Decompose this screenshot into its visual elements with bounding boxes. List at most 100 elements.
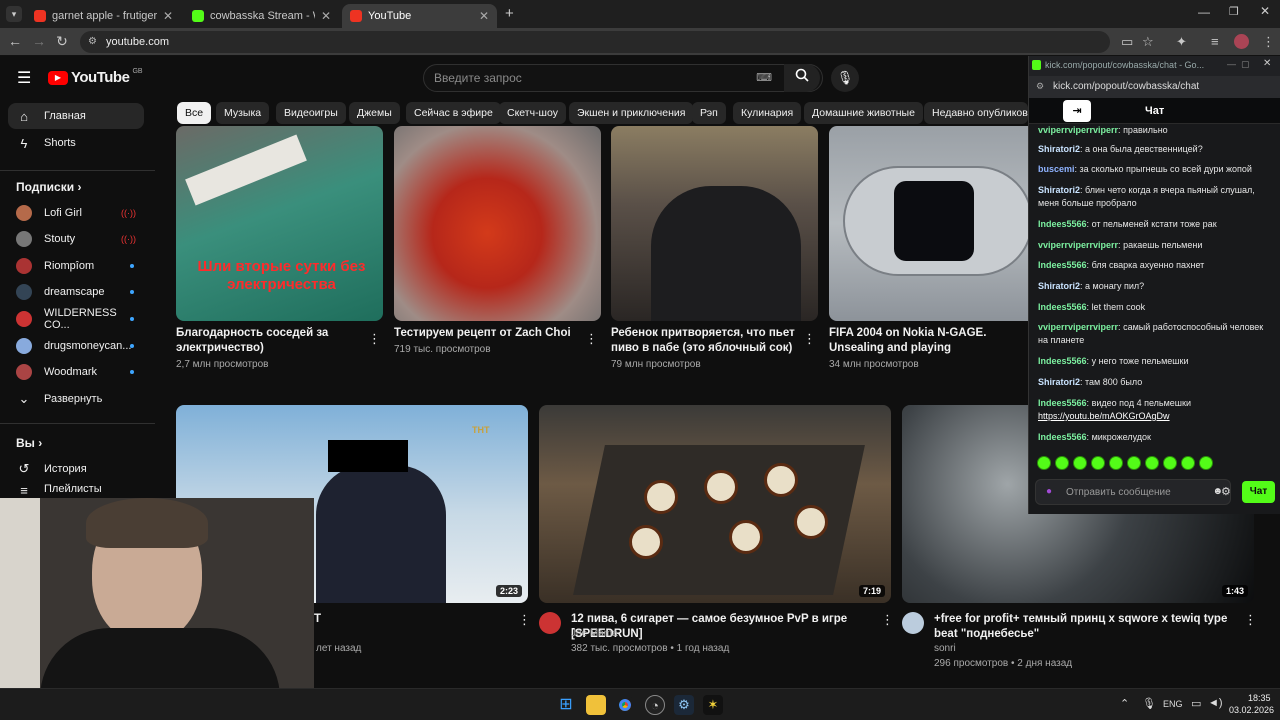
sidebar-sub-drugsmoneycan[interactable]: drugsmoneycan... — [8, 333, 144, 359]
channel-avatar[interactable] — [902, 612, 924, 634]
emote-icon[interactable] — [1055, 456, 1069, 470]
tab-cowbasska[interactable]: cowbasska Stream - Watch Live ✕ — [184, 4, 339, 28]
close-window-icon[interactable]: ✕ — [1263, 58, 1271, 69]
video-menu-icon[interactable]: ⋮ — [585, 331, 598, 347]
sidebar-sub-lofi-girl[interactable]: Lofi Girl ((·)) — [8, 200, 144, 226]
chip-rap[interactable]: Рэп — [692, 102, 726, 124]
network-icon[interactable]: ▭ — [1191, 697, 1201, 710]
emote-icon[interactable] — [1181, 456, 1195, 470]
emote-icon[interactable] — [1199, 456, 1213, 470]
emote-icon[interactable] — [1127, 456, 1141, 470]
site-info-icon[interactable]: ⚙ — [88, 36, 97, 47]
chip-action[interactable]: Экшен и приключения — [569, 102, 694, 124]
sidebar-expand[interactable]: ⌄ Развернуть — [8, 386, 144, 412]
minimize-icon[interactable]: — — [1198, 5, 1210, 19]
video-title[interactable]: Тестируем рецепт от Zach Choi — [394, 326, 579, 341]
search-button[interactable] — [784, 64, 820, 92]
hamburger-menu-icon[interactable]: ☰ — [17, 68, 31, 88]
chat-username[interactable]: Indees5566 — [1038, 219, 1087, 229]
sidebar-item-shorts[interactable]: ϟ Shorts — [8, 130, 144, 156]
video-thumbnail[interactable] — [611, 126, 818, 321]
file-explorer-icon[interactable] — [586, 695, 606, 715]
sidebar-item-home[interactable]: ⌂ Главная — [8, 103, 144, 129]
video-thumbnail[interactable]: 7:19 — [539, 405, 891, 603]
chat-username[interactable]: Shiratori2 — [1038, 144, 1080, 154]
chat-send-button[interactable]: Чат — [1242, 481, 1275, 503]
tab-youtube[interactable]: YouTube ✕ — [342, 4, 497, 28]
restore-icon[interactable]: ❐ — [1229, 5, 1239, 18]
cast-icon[interactable]: ▭ — [1121, 34, 1133, 50]
video-thumbnail[interactable]: Шли вторые сутки без электричества — [176, 126, 383, 321]
restore-icon[interactable]: ▢ — [1241, 59, 1250, 70]
chip-live-now[interactable]: Сейчас в эфире — [406, 102, 501, 124]
close-tab-icon[interactable]: ✕ — [163, 9, 173, 23]
profile-avatar[interactable] — [1234, 34, 1249, 49]
clock-time[interactable]: 18:35 — [1248, 693, 1271, 703]
chat-username[interactable]: Indees5566 — [1038, 356, 1087, 366]
tab-garnet-apple[interactable]: garnet apple - frutiger aero ✕ — [26, 4, 181, 28]
video-menu-icon[interactable]: ⋮ — [881, 612, 894, 628]
chip-sketch[interactable]: Скетч-шоу — [499, 102, 566, 124]
chip-pets[interactable]: Домашние животные — [804, 102, 923, 124]
app-icon[interactable]: ◔ — [645, 695, 665, 715]
chat-username[interactable]: vviperrviperrviperr — [1038, 322, 1118, 332]
menu-kebab-icon[interactable]: ⋮ — [1262, 34, 1275, 50]
chat-link[interactable]: https://youtu.be/mAOKGrOAgDw — [1038, 411, 1170, 421]
video-thumbnail[interactable] — [394, 126, 601, 321]
close-window-icon[interactable]: ✕ — [1260, 4, 1270, 18]
subscriptions-header[interactable]: Подписки › — [16, 180, 81, 194]
chat-username[interactable]: Indees5566 — [1038, 432, 1087, 442]
chat-username[interactable]: Shiratori2 — [1038, 377, 1080, 387]
chat-username[interactable]: vviperrviperrviperr — [1038, 240, 1118, 250]
volume-icon[interactable]: ◄) — [1208, 697, 1223, 709]
youtube-logo[interactable]: ▶ YouTube GB — [48, 68, 143, 86]
video-menu-icon[interactable]: ⋮ — [1244, 612, 1257, 628]
address-bar[interactable]: ⚙ youtube.com — [80, 31, 1110, 53]
emote-icon[interactable] — [1145, 456, 1159, 470]
emote-icon[interactable] — [1109, 456, 1123, 470]
video-thumbnail[interactable] — [829, 126, 1036, 321]
chrome-icon[interactable] — [615, 695, 635, 715]
chip-videogames[interactable]: Видеоигры — [276, 102, 346, 124]
sidebar-item-history[interactable]: ↺ История — [8, 456, 144, 482]
chat-settings-icon[interactable]: ⚙ — [1221, 485, 1231, 498]
chat-username[interactable]: Shiratori2 — [1038, 185, 1080, 195]
emote-icon[interactable] — [1091, 456, 1105, 470]
keyboard-icon[interactable]: ⌨ — [756, 71, 772, 84]
reload-icon[interactable]: ↻ — [53, 33, 71, 50]
forward-icon[interactable]: → — [30, 33, 48, 49]
chip-cooking[interactable]: Кулинария — [733, 102, 802, 124]
sidebar-sub-riompiom[interactable]: Riompîom — [8, 253, 144, 279]
emote-icon[interactable] — [1163, 456, 1177, 470]
video-title[interactable]: FIFA 2004 on Nokia N-GAGE. Unsealing and… — [829, 326, 1014, 356]
channel-name[interactable]: Joe Mama — [571, 628, 618, 639]
new-tab-icon[interactable]: + — [505, 5, 514, 22]
chat-username[interactable]: Indees5566 — [1038, 302, 1087, 312]
reading-list-icon[interactable]: ≡ — [1211, 34, 1219, 49]
video-title[interactable]: Благодарность соседей за электричество) — [176, 326, 356, 356]
video-title[interactable]: +free for profit+ темный принц x sqwore … — [934, 612, 1234, 642]
close-tab-icon[interactable]: ✕ — [479, 9, 489, 23]
language-indicator[interactable]: ENG — [1163, 699, 1183, 709]
chip-jams[interactable]: Джемы — [349, 102, 400, 124]
chat-username[interactable]: Shiratori2 — [1038, 281, 1080, 291]
back-icon[interactable]: ← — [6, 33, 24, 49]
sidebar-sub-wilderness[interactable]: WILDERNESS CO... — [8, 306, 144, 332]
channel-avatar[interactable] — [539, 612, 561, 634]
emote-icon[interactable] — [1073, 456, 1087, 470]
sidebar-sub-dreamscape[interactable]: dreamscape — [8, 279, 144, 305]
chat-username[interactable]: buscemi — [1038, 164, 1075, 174]
chat-username[interactable]: Indees5566 — [1038, 398, 1087, 408]
steam-icon[interactable]: ⚙ — [674, 695, 694, 715]
sidebar-sub-woodmark[interactable]: Woodmark — [8, 359, 144, 385]
search-input[interactable]: Введите запрос ⌨ — [423, 64, 823, 92]
chat-message-input[interactable]: ● Отправить сообщение ☻ — [1035, 479, 1231, 505]
sidebar-item-playlists[interactable]: ≡ Плейлисты — [8, 483, 144, 497]
tab-search-icon[interactable]: ▾ — [6, 6, 22, 22]
voice-search-button[interactable]: 🎙 — [831, 64, 859, 92]
microphone-icon[interactable]: 🎙 — [1142, 697, 1156, 710]
start-menu-icon[interactable]: ⊞ — [556, 695, 576, 715]
tray-chevron-icon[interactable]: ⌃ — [1120, 697, 1129, 710]
chat-address-bar[interactable]: ⚙ kick.com/popout/cowbasska/chat — [1029, 76, 1280, 98]
chip-music[interactable]: Музыка — [216, 102, 270, 124]
